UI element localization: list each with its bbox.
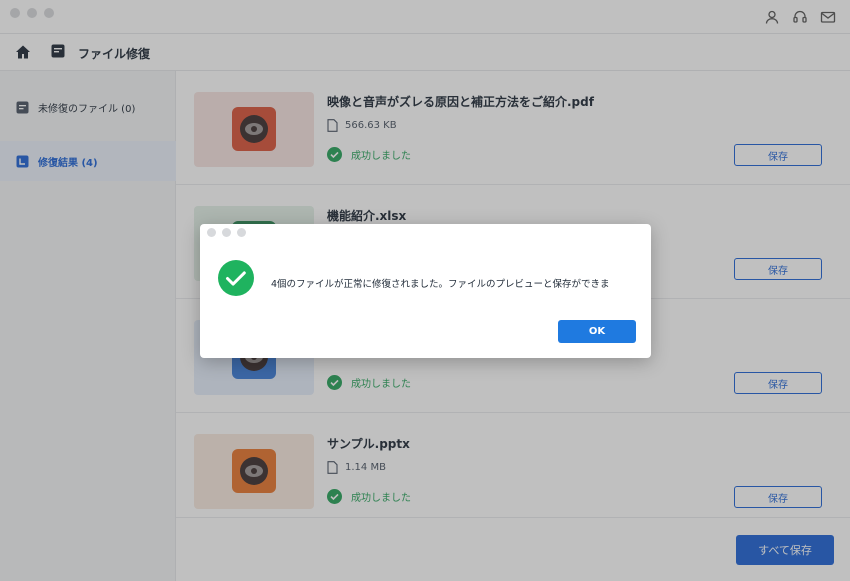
check-circle-icon [218, 260, 254, 296]
dialog-window-controls [207, 228, 246, 237]
ok-button[interactable]: OK [558, 320, 636, 343]
dialog-close-button[interactable] [207, 228, 216, 237]
dialog-message: 4個のファイルが正常に修復されました。ファイルのプレビューと保存ができま [271, 279, 610, 290]
dialog-maximize-button[interactable] [237, 228, 246, 237]
success-dialog: 4個のファイルが正常に修復されました。ファイルのプレビューと保存ができま OK [200, 224, 651, 358]
dialog-minimize-button[interactable] [222, 228, 231, 237]
